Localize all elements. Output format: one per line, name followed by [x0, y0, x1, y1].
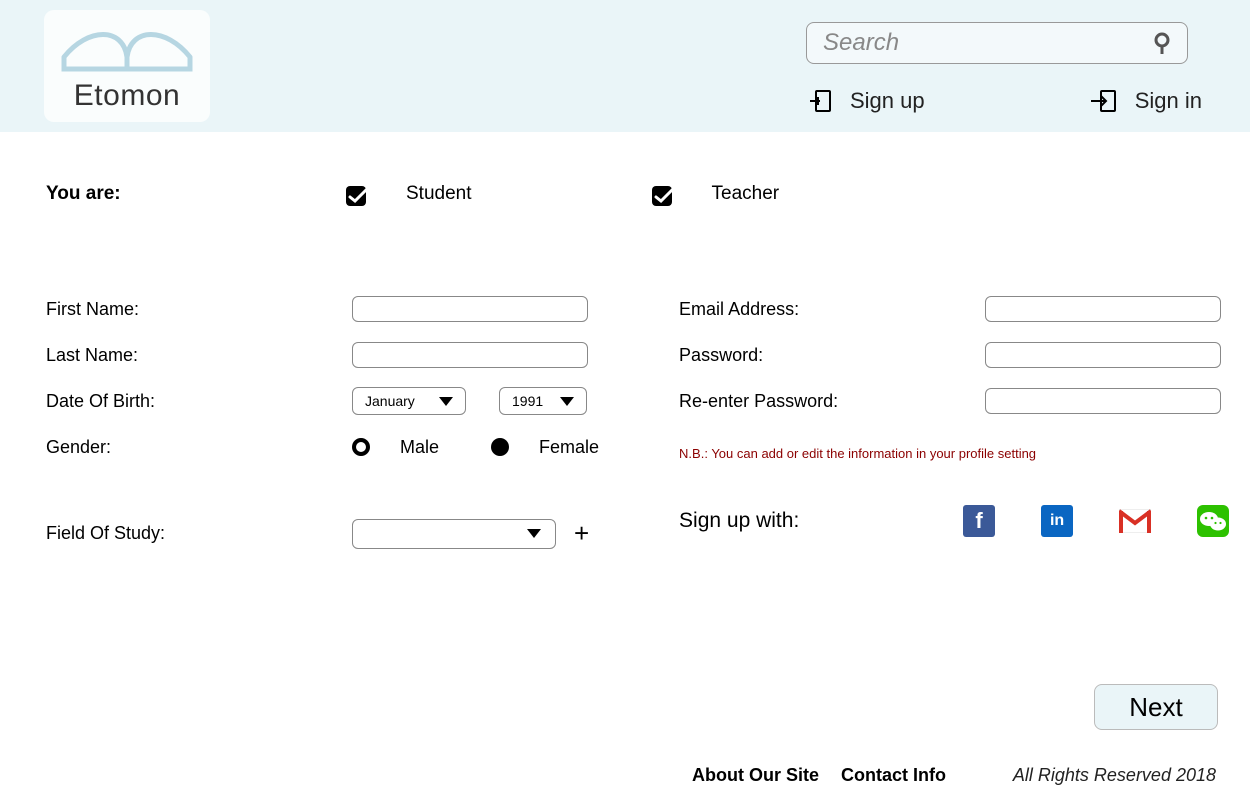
field-of-study-select[interactable]	[352, 519, 556, 549]
chevron-down-icon	[560, 397, 574, 406]
brand-name: Etomon	[74, 79, 180, 113]
gender-label: Gender:	[46, 437, 352, 458]
you-are-label: You are:	[46, 183, 346, 205]
logo[interactable]: Etomon	[44, 10, 210, 122]
gender-row: Gender: Male Female	[46, 424, 651, 470]
auth-row: Sign up Sign in	[806, 88, 1206, 114]
search-icon	[1153, 32, 1173, 54]
dob-month-select[interactable]: January	[352, 387, 466, 415]
dob-label: Date Of Birth:	[46, 391, 352, 412]
dob-row: Date Of Birth: January 1991	[46, 378, 651, 424]
email-label: Email Address:	[679, 299, 985, 320]
header-right: Sign up Sign in	[806, 22, 1206, 114]
facebook-icon[interactable]: f	[963, 505, 995, 537]
chevron-down-icon	[439, 397, 453, 406]
social-row: Sign up with: f in	[679, 505, 1229, 537]
search-box[interactable]	[806, 22, 1188, 64]
repassword-label: Re-enter Password:	[679, 391, 985, 412]
left-column: First Name: Last Name: Date Of Birth: Ja…	[46, 286, 651, 549]
wechat-icon[interactable]	[1197, 505, 1229, 537]
gender-options: Male Female	[352, 437, 651, 458]
first-name-row: First Name:	[46, 286, 651, 332]
first-name-label: First Name:	[46, 299, 352, 320]
footer-links: About Our Site Contact Info	[692, 765, 946, 786]
signin-label: Sign in	[1135, 88, 1202, 114]
field-of-study-row: Field Of Study: +	[46, 518, 651, 549]
gender-male-radio[interactable]	[352, 438, 370, 456]
last-name-label: Last Name:	[46, 345, 352, 366]
first-name-input[interactable]	[352, 296, 588, 322]
checkbox-checked-icon	[652, 182, 682, 206]
role-student-label: Student	[406, 183, 472, 205]
linkedin-icon[interactable]: in	[1041, 505, 1073, 537]
repassword-row: Re-enter Password:	[679, 378, 1229, 424]
gender-female-radio[interactable]	[491, 438, 509, 456]
chevron-down-icon	[527, 529, 541, 538]
copyright: All Rights Reserved 2018	[1013, 765, 1216, 786]
email-row: Email Address:	[679, 286, 1229, 332]
gmail-icon[interactable]	[1119, 505, 1151, 537]
role-row: You are: Student Teacher	[46, 182, 1204, 206]
checkbox-checked-icon	[346, 182, 376, 206]
gender-female-label: Female	[539, 437, 599, 458]
password-input[interactable]	[985, 342, 1221, 368]
header: Etomon Sign up	[0, 0, 1250, 132]
role-student[interactable]: Student	[346, 182, 472, 206]
last-name-row: Last Name:	[46, 332, 651, 378]
field-of-study-label: Field Of Study:	[46, 523, 352, 544]
search-input[interactable]	[821, 28, 1153, 58]
dob-month-value: January	[365, 393, 415, 409]
footer: About Our Site Contact Info All Rights R…	[0, 765, 1250, 786]
dob-year-select[interactable]: 1991	[499, 387, 587, 415]
signup-link[interactable]: Sign up	[810, 88, 925, 114]
password-row: Password:	[679, 332, 1229, 378]
next-button[interactable]: Next	[1094, 684, 1218, 730]
social-icons: f in	[963, 505, 1229, 537]
about-link[interactable]: About Our Site	[692, 765, 819, 786]
signup-label: Sign up	[850, 88, 925, 114]
signin-icon	[1091, 89, 1117, 113]
role-teacher-label: Teacher	[712, 183, 780, 205]
password-label: Password:	[679, 345, 985, 366]
next-label: Next	[1129, 692, 1182, 723]
social-label: Sign up with:	[679, 509, 963, 533]
dob-year-value: 1991	[512, 393, 543, 409]
nb-note: N.B.: You can add or edit the informatio…	[679, 446, 1229, 461]
form-columns: First Name: Last Name: Date Of Birth: Ja…	[46, 286, 1204, 549]
form-area: You are: Student Teacher First Name: Las…	[0, 132, 1250, 549]
add-field-button[interactable]: +	[574, 518, 589, 549]
repassword-input[interactable]	[985, 388, 1221, 414]
signup-icon	[810, 89, 832, 113]
gender-male-label: Male	[400, 437, 439, 458]
signin-link[interactable]: Sign in	[1091, 88, 1202, 114]
last-name-input[interactable]	[352, 342, 588, 368]
book-icon	[48, 23, 206, 73]
right-column: Email Address: Password: Re-enter Passwo…	[679, 286, 1229, 549]
contact-link[interactable]: Contact Info	[841, 765, 946, 786]
email-input[interactable]	[985, 296, 1221, 322]
role-teacher[interactable]: Teacher	[652, 182, 780, 206]
